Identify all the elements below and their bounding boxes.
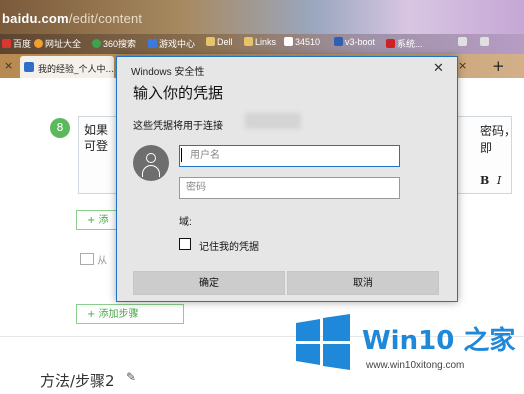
watermark-url: www.win10xitong.com bbox=[366, 360, 465, 371]
username-placeholder: 用户名 bbox=[190, 150, 220, 161]
bootstrap-icon bbox=[334, 37, 343, 46]
bookmark-system[interactable]: 系统... bbox=[386, 37, 423, 50]
insert-image-row[interactable]: 从 bbox=[80, 252, 107, 267]
site-icon bbox=[34, 39, 43, 48]
step-text-line-1: 如果 bbox=[84, 123, 109, 137]
bookmark-dell[interactable]: Dell bbox=[206, 37, 233, 47]
search-engine-icon bbox=[92, 39, 101, 48]
folder-icon bbox=[206, 37, 215, 46]
bookmark-baidu[interactable]: 百度 bbox=[2, 37, 31, 50]
watermark-brand: Win10 之家 bbox=[362, 326, 516, 356]
tab-close-icon[interactable]: × bbox=[4, 59, 13, 72]
bookmarks-bar: 百度 网址大全 360搜索 游戏中心 Dell Links 34510 v3-b… bbox=[0, 34, 524, 54]
dialog-subtitle: 这些凭据将用于连接 bbox=[133, 121, 223, 132]
site-icon bbox=[386, 39, 395, 48]
bookmark-url-directory[interactable]: 网址大全 bbox=[34, 37, 81, 50]
user-avatar-icon bbox=[133, 145, 169, 181]
bookmark-360-search[interactable]: 360搜索 bbox=[92, 37, 136, 50]
remember-label[interactable]: 记住我的凭据 bbox=[199, 238, 259, 253]
new-tab-icon[interactable]: + bbox=[492, 57, 505, 75]
windows-logo-icon bbox=[296, 314, 350, 370]
tab-label: 我的经验_个人中... bbox=[38, 65, 114, 75]
folder-icon bbox=[244, 37, 253, 46]
url-host: baidu.com bbox=[2, 11, 69, 26]
close-icon[interactable]: ✕ bbox=[433, 60, 444, 76]
bookmark-game-center[interactable]: 游戏中心 bbox=[148, 37, 195, 50]
bookmark-v3-boot[interactable]: v3-boot bbox=[334, 37, 375, 47]
tab-close-icon-right[interactable]: × bbox=[458, 59, 467, 72]
bookmark-overflow-2[interactable] bbox=[480, 37, 491, 47]
pencil-icon[interactable]: ✎ bbox=[126, 370, 136, 384]
baidu-icon bbox=[2, 39, 11, 48]
step-text-right: 密码，即 bbox=[480, 124, 517, 155]
image-icon bbox=[80, 253, 94, 265]
address-bar-area: baidu.com/edit/content bbox=[0, 0, 524, 34]
watermark: Win10 之家 www.win10xitong.com bbox=[290, 312, 524, 394]
dialog-heading: 输入你的凭据 bbox=[133, 85, 224, 102]
gamepad-icon bbox=[148, 39, 157, 48]
windows-security-dialog: Windows 安全性 ✕ 输入你的凭据 这些凭据将用于连接 用户名 密码 域:… bbox=[116, 56, 458, 302]
bookmark-links[interactable]: Links bbox=[244, 37, 276, 47]
step-text-line-2: 可登 bbox=[84, 139, 109, 153]
step-number-badge: 8 bbox=[50, 118, 70, 138]
avatar-head bbox=[146, 153, 156, 163]
url-path: /edit/content bbox=[68, 11, 143, 26]
remember-checkbox[interactable] bbox=[179, 238, 191, 250]
password-placeholder: 密码 bbox=[186, 182, 206, 193]
method-heading: 方法/步骤2 bbox=[40, 372, 115, 390]
text-caret bbox=[181, 148, 182, 162]
domain-label: 域: bbox=[179, 217, 192, 228]
avatar-body bbox=[142, 165, 160, 177]
bold-button[interactable]: B bbox=[480, 174, 489, 187]
cancel-button[interactable]: 取消 bbox=[287, 271, 439, 295]
address-bar-url[interactable]: baidu.com/edit/content bbox=[2, 11, 142, 26]
bookmark-overflow[interactable] bbox=[458, 37, 469, 47]
grid-icon bbox=[458, 37, 467, 46]
bookmark-34510[interactable]: 34510 bbox=[284, 37, 320, 47]
ok-button[interactable]: 确定 bbox=[133, 271, 285, 295]
add-step-button-2[interactable]: + 添加步骤 bbox=[76, 304, 184, 324]
insert-image-label: 从 bbox=[97, 256, 108, 267]
page-icon bbox=[284, 37, 293, 46]
blurred-server-name bbox=[245, 113, 301, 129]
dialog-window-title: Windows 安全性 bbox=[131, 67, 205, 78]
step-text: 如果 可登 bbox=[84, 122, 108, 154]
username-field[interactable]: 用户名 bbox=[179, 145, 400, 167]
password-field[interactable]: 密码 bbox=[179, 177, 400, 199]
italic-button[interactable]: I bbox=[497, 174, 501, 187]
grid-icon bbox=[480, 37, 489, 46]
favicon-icon bbox=[24, 62, 34, 72]
tab-my-experience[interactable]: 我的经验_个人中... bbox=[20, 56, 114, 78]
